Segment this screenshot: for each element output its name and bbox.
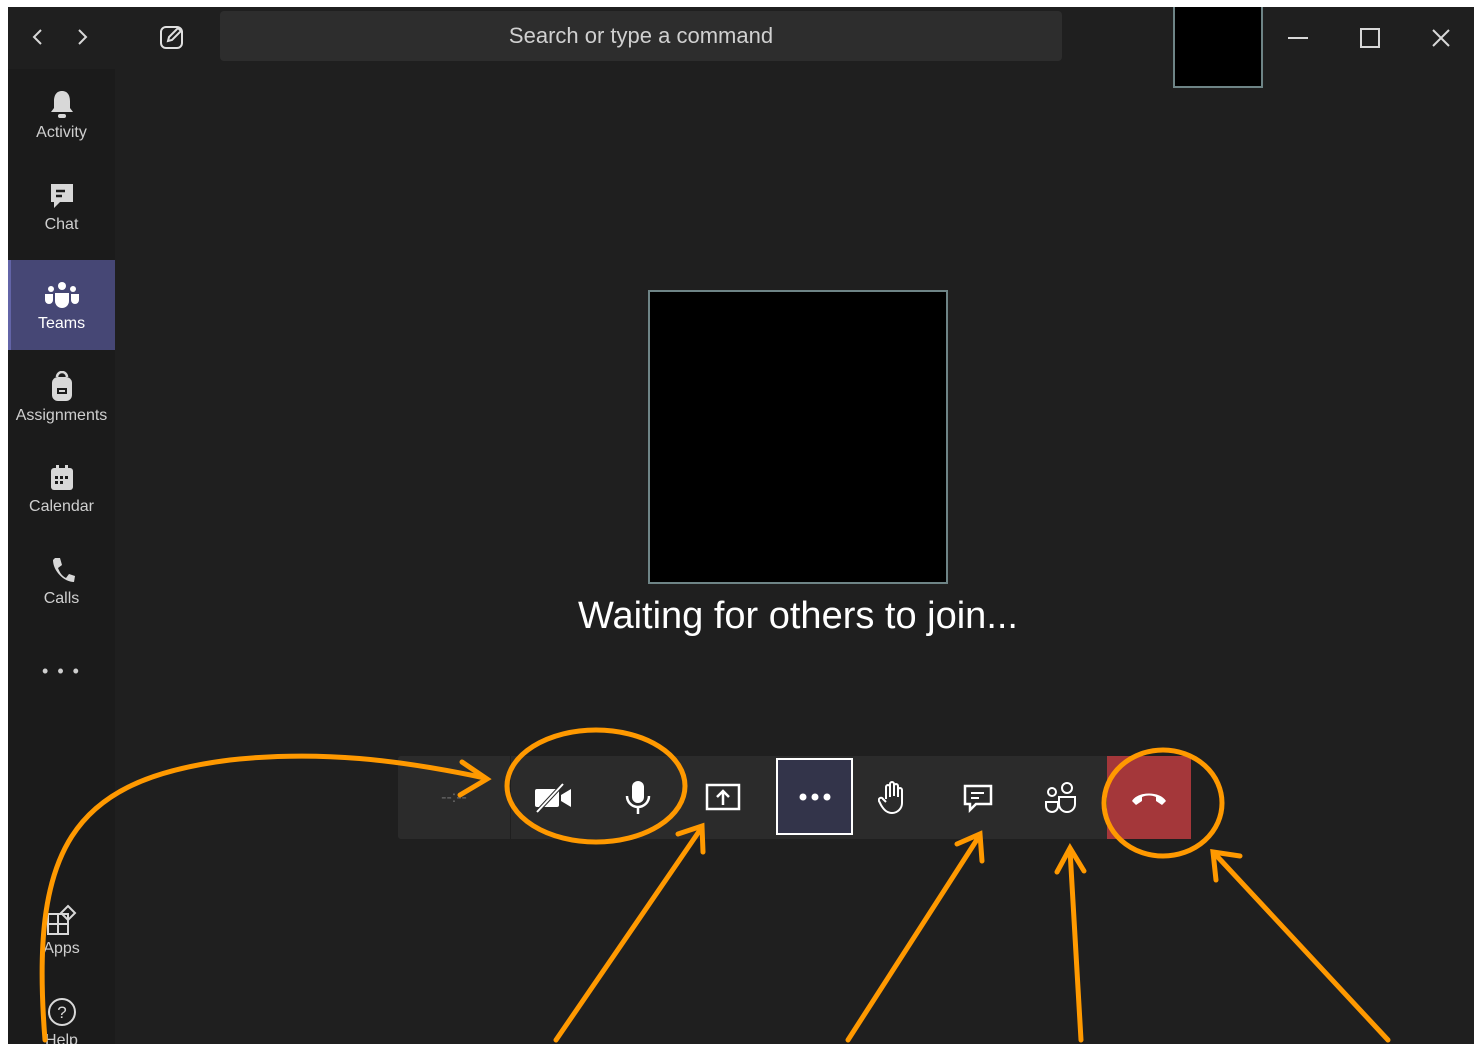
- minimize-icon: [1288, 37, 1308, 39]
- waiting-message: Waiting for others to join...: [577, 595, 1018, 637]
- chat-icon: [50, 184, 73, 208]
- rail-more-button[interactable]: • • •: [8, 631, 115, 711]
- more-dots-icon: • • •: [42, 660, 81, 681]
- compose-button[interactable]: [158, 21, 186, 53]
- microphone-toggle-button[interactable]: [603, 756, 673, 839]
- more-options-button[interactable]: [776, 758, 853, 835]
- camera-off-icon: [535, 782, 571, 813]
- microphone-icon: [625, 780, 651, 814]
- raise-hand-icon: [878, 780, 903, 814]
- rail-item-teams[interactable]: Teams: [8, 260, 115, 350]
- back-button[interactable]: [24, 21, 52, 53]
- rail-item-calls[interactable]: Calls: [8, 535, 115, 625]
- rail-label-help: Help: [45, 1032, 78, 1044]
- camera-toggle-button[interactable]: [518, 756, 588, 839]
- participants-icon: [1045, 781, 1076, 813]
- calendar-icon: [50, 465, 73, 490]
- search-input[interactable]: Search or type a command: [220, 11, 1062, 61]
- rail-label-activity: Activity: [36, 124, 87, 141]
- app-rail: Activity Chat Teams Assignments Calendar…: [8, 69, 115, 1044]
- close-button[interactable]: [1421, 21, 1461, 55]
- title-bar: Search or type a command: [8, 7, 1474, 88]
- rail-label-assignments: Assignments: [15, 407, 108, 424]
- teams-icon: [44, 282, 79, 308]
- chat-button[interactable]: [943, 756, 1013, 839]
- rail-label-apps: Apps: [43, 940, 80, 957]
- backpack-icon: [51, 371, 72, 401]
- apps-icon: [46, 904, 76, 935]
- self-video-thumbnail: [1173, 7, 1263, 88]
- chat-icon: [963, 784, 993, 813]
- maximize-button[interactable]: [1350, 21, 1390, 55]
- rail-label-chat: Chat: [44, 216, 79, 233]
- hang-up-icon: [1132, 793, 1166, 805]
- maximize-icon: [1360, 28, 1380, 48]
- rail-item-calendar[interactable]: Calendar: [8, 443, 115, 533]
- compose-icon: [160, 26, 183, 49]
- rail-label-calendar: Calendar: [29, 498, 94, 515]
- rail-item-assignments[interactable]: Assignments: [8, 352, 115, 442]
- rail-label-teams: Teams: [37, 315, 86, 332]
- call-timer: --:--: [398, 756, 511, 839]
- hang-up-button[interactable]: [1107, 756, 1191, 839]
- search-placeholder: Search or type a command: [508, 23, 774, 48]
- rail-item-help[interactable]: ? Help: [8, 977, 115, 1044]
- participants-button[interactable]: [1026, 756, 1096, 839]
- rail-item-activity[interactable]: Activity: [8, 69, 115, 159]
- forward-button[interactable]: [68, 21, 96, 53]
- call-controls-bar: --:--: [398, 756, 1191, 839]
- rail-item-chat[interactable]: Chat: [8, 161, 115, 251]
- phone-icon: [52, 558, 75, 582]
- svg-text:?: ?: [57, 1003, 66, 1022]
- help-icon: ?: [47, 998, 76, 1026]
- teams-window: Search or type a command Activity Chat T…: [8, 7, 1474, 1044]
- more-options-icon: [799, 793, 830, 800]
- share-screen-icon: [705, 783, 741, 810]
- chevron-right-icon: [78, 29, 88, 45]
- minimize-button[interactable]: [1278, 21, 1318, 55]
- video-preview: [648, 290, 948, 584]
- rail-label-calls: Calls: [43, 590, 80, 607]
- chevron-left-icon: [32, 29, 42, 45]
- share-screen-button[interactable]: [688, 756, 758, 839]
- raise-hand-button[interactable]: [858, 756, 928, 839]
- rail-item-apps[interactable]: Apps: [8, 885, 115, 975]
- bell-icon: [50, 91, 73, 118]
- close-icon: [1432, 29, 1450, 47]
